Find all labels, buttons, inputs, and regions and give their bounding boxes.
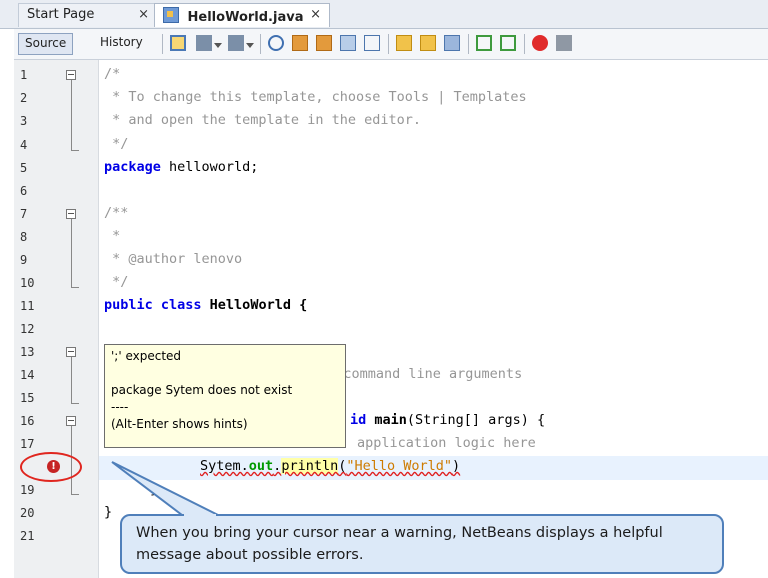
callout-pointer-join bbox=[184, 514, 216, 518]
